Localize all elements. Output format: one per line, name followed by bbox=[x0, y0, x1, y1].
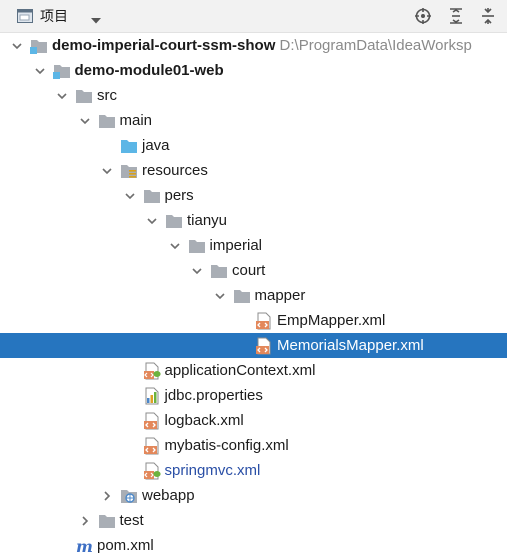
project-tree: demo-imperial-court-ssm-show D:\ProgramD… bbox=[0, 33, 507, 558]
xml-file-icon bbox=[143, 412, 161, 430]
tree-item-label: java bbox=[142, 137, 170, 154]
chevron-down-icon[interactable] bbox=[33, 58, 47, 83]
chevron-down-icon[interactable] bbox=[90, 12, 102, 30]
xml-file-icon bbox=[255, 312, 273, 330]
tree-row[interactable]: applicationContext.xml bbox=[0, 358, 507, 383]
xml-file-icon bbox=[255, 337, 273, 355]
tree-item-label: jdbc.properties bbox=[164, 387, 263, 404]
tree-row[interactable]: jdbc.properties bbox=[0, 383, 507, 408]
tree-item-label: tianyu bbox=[187, 212, 228, 229]
module-icon bbox=[30, 37, 48, 55]
source-folder-icon bbox=[120, 137, 138, 155]
svg-text:m: m bbox=[76, 537, 93, 555]
tree-row[interactable]: demo-module01-web bbox=[0, 58, 507, 83]
folder-icon bbox=[188, 237, 206, 255]
tree-row[interactable]: main bbox=[0, 108, 507, 133]
project-view-label[interactable]: 项目 bbox=[40, 7, 68, 25]
folder-icon bbox=[75, 87, 93, 105]
tree-row[interactable]: pers bbox=[0, 183, 507, 208]
tree-item-label: pers bbox=[164, 187, 194, 204]
tree-row[interactable]: MemorialsMapper.xml bbox=[0, 333, 507, 358]
xml-file-icon bbox=[143, 437, 161, 455]
tree-item-label: court bbox=[232, 262, 266, 279]
tree-item-label: imperial bbox=[209, 237, 263, 254]
web-folder-icon bbox=[120, 487, 138, 505]
chevron-down-icon[interactable] bbox=[10, 33, 24, 58]
tree-row[interactable]: demo-imperial-court-ssm-show D:\ProgramD… bbox=[0, 33, 507, 58]
chevron-right-icon[interactable] bbox=[100, 483, 114, 508]
tree-item-label: pom.xml bbox=[97, 537, 154, 554]
tree-row[interactable]: java bbox=[0, 133, 507, 158]
folder-icon bbox=[210, 262, 228, 280]
chevron-down-icon[interactable] bbox=[190, 258, 204, 283]
tree-row[interactable]: tianyu bbox=[0, 208, 507, 233]
tree-item-label: MemorialsMapper.xml bbox=[277, 337, 424, 354]
tree-item-label: main bbox=[119, 112, 153, 129]
folder-icon bbox=[98, 512, 116, 530]
chevron-down-icon[interactable] bbox=[145, 208, 159, 233]
tree-row[interactable]: EmpMapper.xml bbox=[0, 308, 507, 333]
spring-xml-icon bbox=[143, 362, 161, 380]
spring-xml-icon bbox=[143, 462, 161, 480]
chevron-down-icon[interactable] bbox=[213, 283, 227, 308]
tree-row[interactable]: resources bbox=[0, 158, 507, 183]
chevron-down-icon[interactable] bbox=[100, 158, 114, 183]
locate-file-icon[interactable] bbox=[414, 7, 432, 30]
tree-row[interactable]: m pom.xml bbox=[0, 533, 507, 558]
module-icon bbox=[52, 62, 71, 80]
tree-row[interactable]: mapper bbox=[0, 283, 507, 308]
expand-all-icon[interactable] bbox=[447, 7, 465, 30]
tree-item-label: EmpMapper.xml bbox=[277, 312, 386, 329]
tree-item-label: webapp bbox=[142, 487, 195, 504]
tree-row[interactable]: src bbox=[0, 83, 507, 108]
tree-item-label: demo-module01-web bbox=[74, 62, 224, 79]
tree-row[interactable]: imperial bbox=[0, 233, 507, 258]
tree-item-label: src bbox=[97, 87, 117, 104]
project-toolbar: 项目 bbox=[0, 0, 507, 33]
project-path-hint: D:\ProgramData\IdeaWorksp bbox=[279, 37, 472, 54]
tree-row[interactable]: test bbox=[0, 508, 507, 533]
chevron-down-icon[interactable] bbox=[168, 233, 182, 258]
tree-item-label: demo-imperial-court-ssm-show D:\ProgramD… bbox=[52, 37, 472, 54]
tree-item-label: logback.xml bbox=[164, 412, 244, 429]
tree-row[interactable]: springmvc.xml bbox=[0, 458, 507, 483]
tree-item-label: mybatis-config.xml bbox=[164, 437, 289, 454]
tree-item-label: springmvc.xml bbox=[164, 462, 261, 479]
chevron-down-icon[interactable] bbox=[78, 108, 92, 133]
chevron-down-icon[interactable] bbox=[123, 183, 137, 208]
resources-folder-icon bbox=[120, 162, 138, 180]
maven-icon: m bbox=[75, 537, 93, 556]
tree-row[interactable]: logback.xml bbox=[0, 408, 507, 433]
tree-item-label: mapper bbox=[254, 287, 306, 304]
collapse-all-icon[interactable] bbox=[479, 7, 497, 30]
project-view-icon[interactable] bbox=[17, 9, 33, 28]
folder-icon bbox=[98, 112, 116, 130]
folder-icon bbox=[165, 212, 183, 230]
folder-icon bbox=[143, 187, 161, 205]
tree-row[interactable]: court bbox=[0, 258, 507, 283]
properties-file-icon bbox=[143, 387, 161, 405]
chevron-right-icon[interactable] bbox=[78, 508, 92, 533]
tree-row[interactable]: webapp bbox=[0, 483, 507, 508]
chevron-down-icon[interactable] bbox=[55, 83, 69, 108]
tree-item-label: applicationContext.xml bbox=[164, 362, 316, 379]
tree-row[interactable]: mybatis-config.xml bbox=[0, 433, 507, 458]
tree-item-label: test bbox=[119, 512, 144, 529]
folder-icon bbox=[233, 287, 251, 305]
tree-item-label: resources bbox=[142, 162, 208, 179]
